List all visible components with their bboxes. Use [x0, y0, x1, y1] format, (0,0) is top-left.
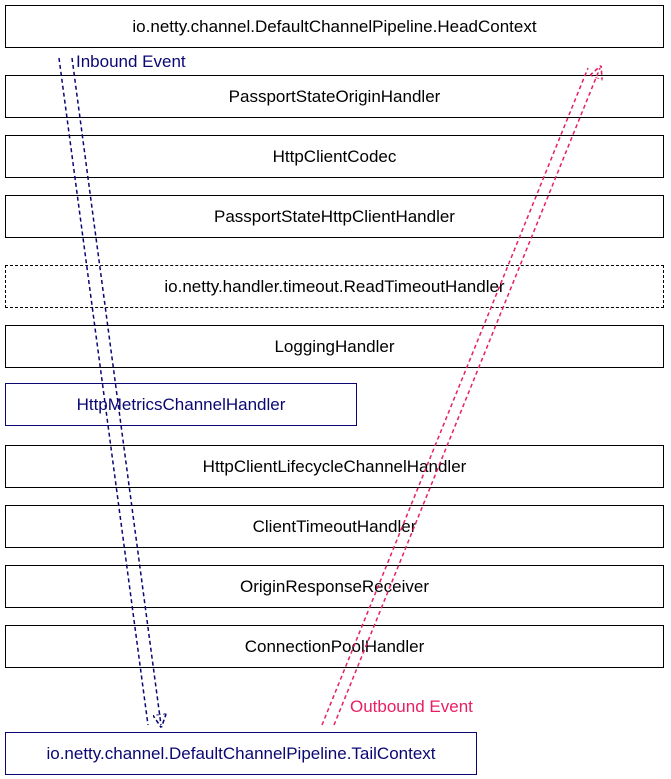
handler-label: OriginResponseReceiver: [240, 577, 429, 597]
outbound-event-label: Outbound Event: [350, 697, 473, 717]
handler-origin-response-receiver: OriginResponseReceiver: [5, 565, 664, 608]
handler-label: HttpClientLifecycleChannelHandler: [203, 457, 467, 477]
handler-passport-state-http-client: PassportStateHttpClientHandler: [5, 195, 664, 238]
handler-tail-context: io.netty.channel.DefaultChannelPipeline.…: [5, 732, 477, 775]
handler-label: io.netty.channel.DefaultChannelPipeline.…: [132, 17, 536, 37]
handler-label: LoggingHandler: [274, 337, 394, 357]
handler-connection-pool: ConnectionPoolHandler: [5, 625, 664, 668]
handler-label: PassportStateHttpClientHandler: [214, 207, 455, 227]
handler-label: io.netty.channel.DefaultChannelPipeline.…: [46, 744, 435, 764]
handler-logging: LoggingHandler: [5, 325, 664, 368]
handler-http-client-codec: HttpClientCodec: [5, 135, 664, 178]
handler-label: PassportStateOriginHandler: [229, 87, 441, 107]
inbound-event-label: Inbound Event: [76, 52, 186, 72]
handler-label: io.netty.handler.timeout.ReadTimeoutHand…: [164, 277, 504, 297]
handler-http-metrics-channel: HttpMetricsChannelHandler: [5, 383, 357, 426]
handler-head-context: io.netty.channel.DefaultChannelPipeline.…: [5, 5, 664, 48]
handler-passport-state-origin: PassportStateOriginHandler: [5, 75, 664, 118]
pipeline-diagram: io.netty.channel.DefaultChannelPipeline.…: [0, 0, 671, 779]
handler-label: ConnectionPoolHandler: [245, 637, 425, 657]
handler-http-client-lifecycle-channel: HttpClientLifecycleChannelHandler: [5, 445, 664, 488]
handler-client-timeout: ClientTimeoutHandler: [5, 505, 664, 548]
handler-read-timeout: io.netty.handler.timeout.ReadTimeoutHand…: [5, 265, 664, 308]
handler-label: HttpMetricsChannelHandler: [77, 395, 286, 415]
handler-label: ClientTimeoutHandler: [253, 517, 417, 537]
handler-label: HttpClientCodec: [273, 147, 397, 167]
